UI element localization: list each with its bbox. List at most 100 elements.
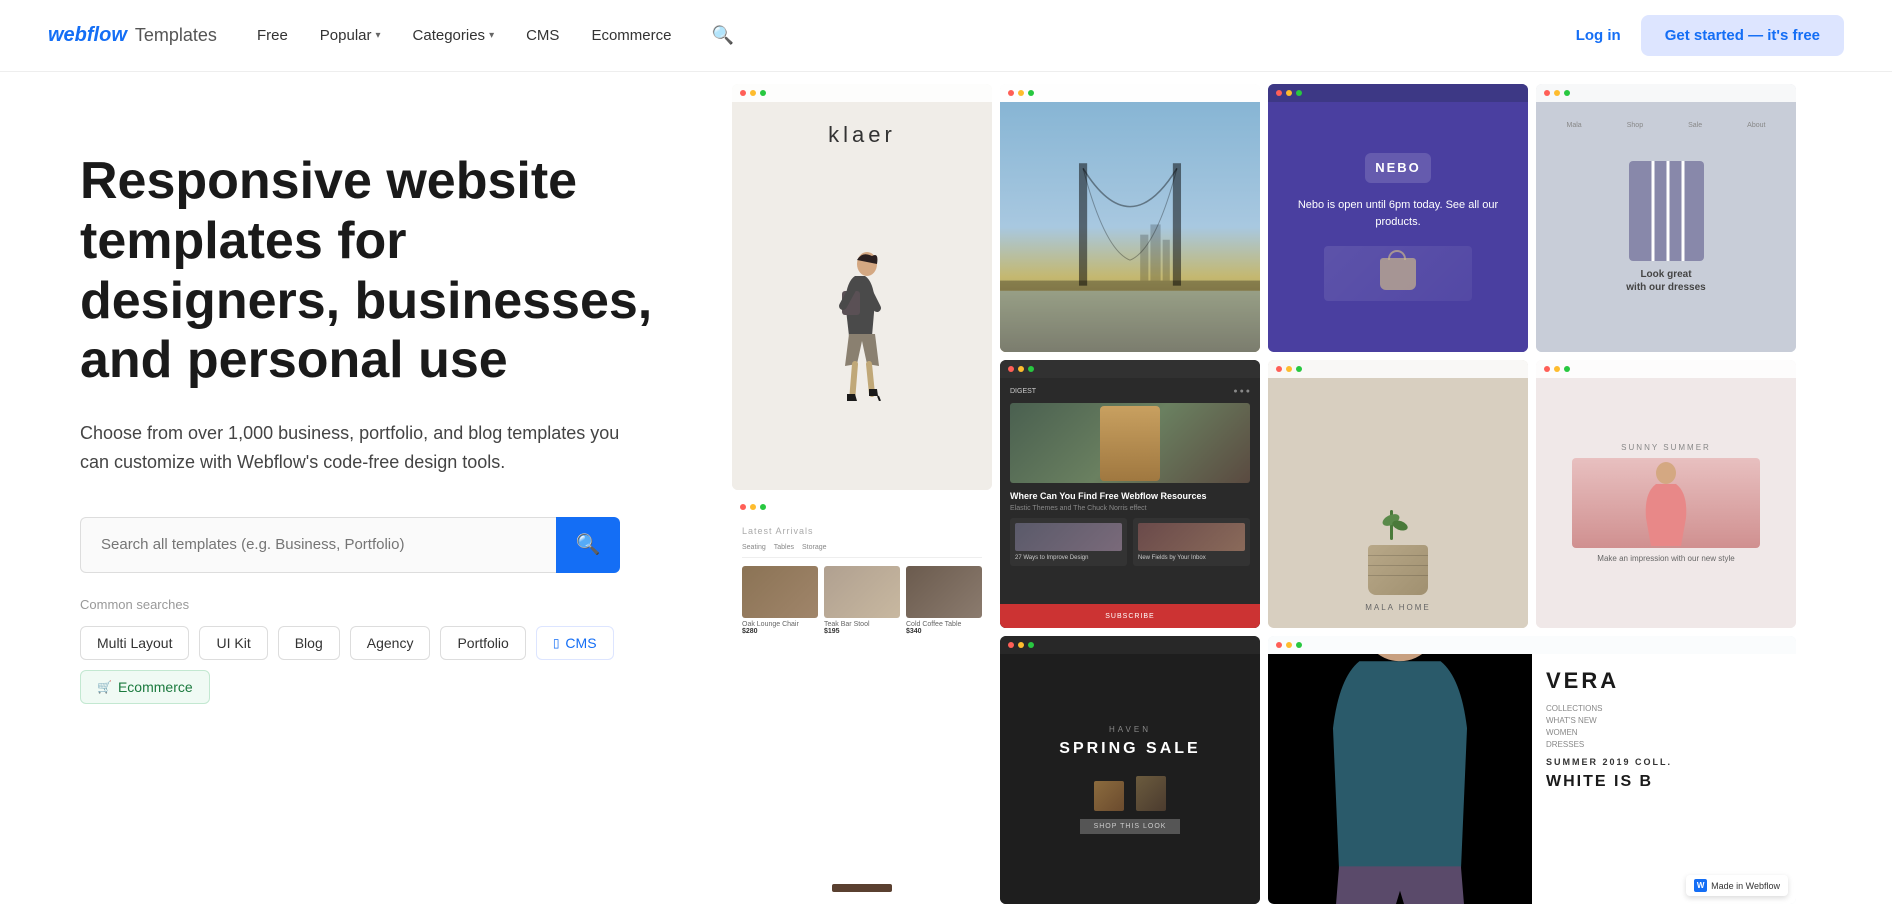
arrivals-label: Latest Arrivals: [742, 526, 982, 536]
search-input[interactable]: [80, 517, 556, 573]
tag-multi-layout[interactable]: Multi Layout: [80, 626, 189, 660]
window-dot-green: [1296, 90, 1302, 96]
template-card-blog-dark[interactable]: DIGEST ● ● ● Where Can You Find Free Web…: [1000, 360, 1260, 628]
tag-cms[interactable]: ▯ CMS: [536, 626, 614, 660]
tag-ui-kit[interactable]: UI Kit: [199, 626, 267, 660]
hero-subtitle: Choose from over 1,000 business, portfol…: [80, 419, 620, 477]
nav-link-popular[interactable]: Popular ▾: [320, 27, 381, 44]
arrivals-item: Oak Lounge Chair $280: [742, 566, 818, 635]
window-dot-red: [1008, 366, 1014, 372]
window-dot-green: [1028, 366, 1034, 372]
tag-blog[interactable]: Blog: [278, 626, 340, 660]
window-dot-yellow: [1286, 366, 1292, 372]
nebo-product-image: [1324, 246, 1472, 301]
window-dot-red: [1276, 642, 1282, 648]
window-dot-yellow: [1018, 642, 1024, 648]
search-icon[interactable]: 🔍: [711, 25, 733, 46]
dress-label2: with our dresses: [1626, 282, 1705, 293]
table-image: [906, 566, 982, 618]
bridge-image: [1000, 102, 1260, 352]
search-bar: 🔍: [80, 517, 620, 573]
window-dot-red: [740, 90, 746, 96]
dress-label1: Look great: [1640, 269, 1691, 280]
window-dot-yellow: [1554, 366, 1560, 372]
klaer-logo: klaer: [828, 102, 896, 156]
nav-right: Log in Get started — it's free: [1576, 15, 1844, 56]
haven-cta-button[interactable]: SHOP THIS LOOK: [1080, 819, 1181, 834]
navbar: webflow Templates Free Popular ▾ Categor…: [0, 0, 1892, 72]
arrivals-bar: [832, 884, 892, 892]
webflow-badge-icon: W: [1694, 879, 1707, 892]
nav-link-ecommerce[interactable]: Ecommerce: [591, 27, 671, 44]
template-card-klaer[interactable]: klaer: [732, 84, 992, 490]
template-card-fashion-pink[interactable]: SUNNY SUMMER Make an impression with our…: [1536, 360, 1796, 628]
vera-white-text: WHITE IS B: [1546, 773, 1782, 791]
nav-links: Free Popular ▾ Categories ▾ CMS Ecommerc…: [257, 27, 672, 44]
vera-person-image: [1268, 654, 1532, 904]
basket-plant: [1368, 545, 1428, 595]
tag-agency[interactable]: Agency: [350, 626, 431, 660]
nav-link-free[interactable]: Free: [257, 27, 288, 44]
blog-cta-bar: SUBSCRIBE: [1000, 604, 1260, 628]
window-dot-red: [1276, 90, 1282, 96]
template-card-vera[interactable]: VERA COLLECTIONS WHAT'S NEW WOMEN DRESSE…: [1268, 636, 1796, 904]
nav-left: webflow Templates Free Popular ▾ Categor…: [48, 24, 734, 47]
vera-figure-icon: [1268, 654, 1532, 904]
window-dot-yellow: [1286, 90, 1292, 96]
nav-link-categories[interactable]: Categories ▾: [413, 27, 495, 44]
window-dot-green: [1564, 366, 1570, 372]
haven-furniture: [1034, 766, 1226, 811]
login-button[interactable]: Log in: [1576, 27, 1621, 44]
template-card-haven[interactable]: HAVEN SPRING SALE SHOP THIS LOOK: [1000, 636, 1260, 904]
window-dot-yellow: [1018, 366, 1024, 372]
haven-sale: SPRING SALE: [1059, 740, 1200, 758]
search-icon: 🔍: [576, 532, 601, 557]
tag-list: Multi Layout UI Kit Blog Agency Portfoli…: [80, 626, 660, 704]
template-card-dress[interactable]: Mala Shop Sale About Look great with our…: [1536, 84, 1796, 352]
fashion-label: Make an impression with our new style: [1597, 554, 1734, 563]
template-card-arrivals[interactable]: Latest Arrivals Seating Tables Storage O…: [732, 498, 992, 904]
window-dot-red: [1544, 90, 1550, 96]
arrivals-item: Cold Coffee Table $340: [906, 566, 982, 635]
window-dot-red: [1008, 642, 1014, 648]
chevron-down-icon: ▾: [375, 30, 380, 41]
window-dot-red: [740, 504, 746, 510]
tag-ecommerce[interactable]: 🛒 Ecommerce: [80, 670, 210, 704]
window-dot-green: [760, 90, 766, 96]
hero-section: Responsive website templates for designe…: [0, 72, 720, 920]
get-started-button[interactable]: Get started — it's free: [1641, 15, 1844, 56]
template-card-nebo[interactable]: NEBO Nebo is open until 6pm today. See a…: [1268, 84, 1528, 352]
hero-title: Responsive website templates for designe…: [80, 152, 660, 391]
blog-hero-image: [1010, 403, 1250, 483]
window-dot-yellow: [1286, 642, 1292, 648]
tag-portfolio[interactable]: Portfolio: [440, 626, 525, 660]
stool-image: [824, 566, 900, 618]
nebo-text: Nebo is open until 6pm today. See all ou…: [1284, 197, 1512, 230]
dress-image: [1629, 161, 1704, 261]
window-dot-yellow: [1018, 90, 1024, 96]
logo-templates: Templates: [135, 25, 217, 46]
webflow-badge: W Made in Webflow: [1686, 875, 1788, 896]
window-dot-green: [1296, 366, 1302, 372]
logo-brand: webflow: [48, 24, 127, 47]
template-card-nebo-basket[interactable]: MALA HOME: [1268, 360, 1528, 628]
window-dot-red: [1008, 90, 1014, 96]
template-card-bridge[interactable]: [1000, 84, 1260, 352]
nebo-logo: NEBO: [1365, 153, 1431, 183]
cart-icon: 🛒: [97, 680, 112, 694]
common-searches-label: Common searches: [80, 597, 660, 612]
window-dot-red: [1544, 366, 1550, 372]
window-dot-green: [1296, 642, 1302, 648]
vera-info: VERA COLLECTIONS WHAT'S NEW WOMEN DRESSE…: [1532, 654, 1796, 904]
vera-summer-text: SUMMER 2019 COLL.: [1546, 757, 1782, 767]
arrivals-grid: Oak Lounge Chair $280 Teak Bar Stool $19…: [742, 566, 982, 635]
search-button[interactable]: 🔍: [556, 517, 620, 573]
logo[interactable]: webflow Templates: [48, 24, 217, 47]
main-container: Responsive website templates for designe…: [0, 72, 1892, 920]
fashion-figure-icon: [817, 246, 907, 401]
arrivals-item: Teak Bar Stool $195: [824, 566, 900, 635]
window-dot-green: [1564, 90, 1570, 96]
klaer-image: [732, 156, 992, 490]
chair-image: [742, 566, 818, 618]
nav-link-cms[interactable]: CMS: [526, 27, 559, 44]
